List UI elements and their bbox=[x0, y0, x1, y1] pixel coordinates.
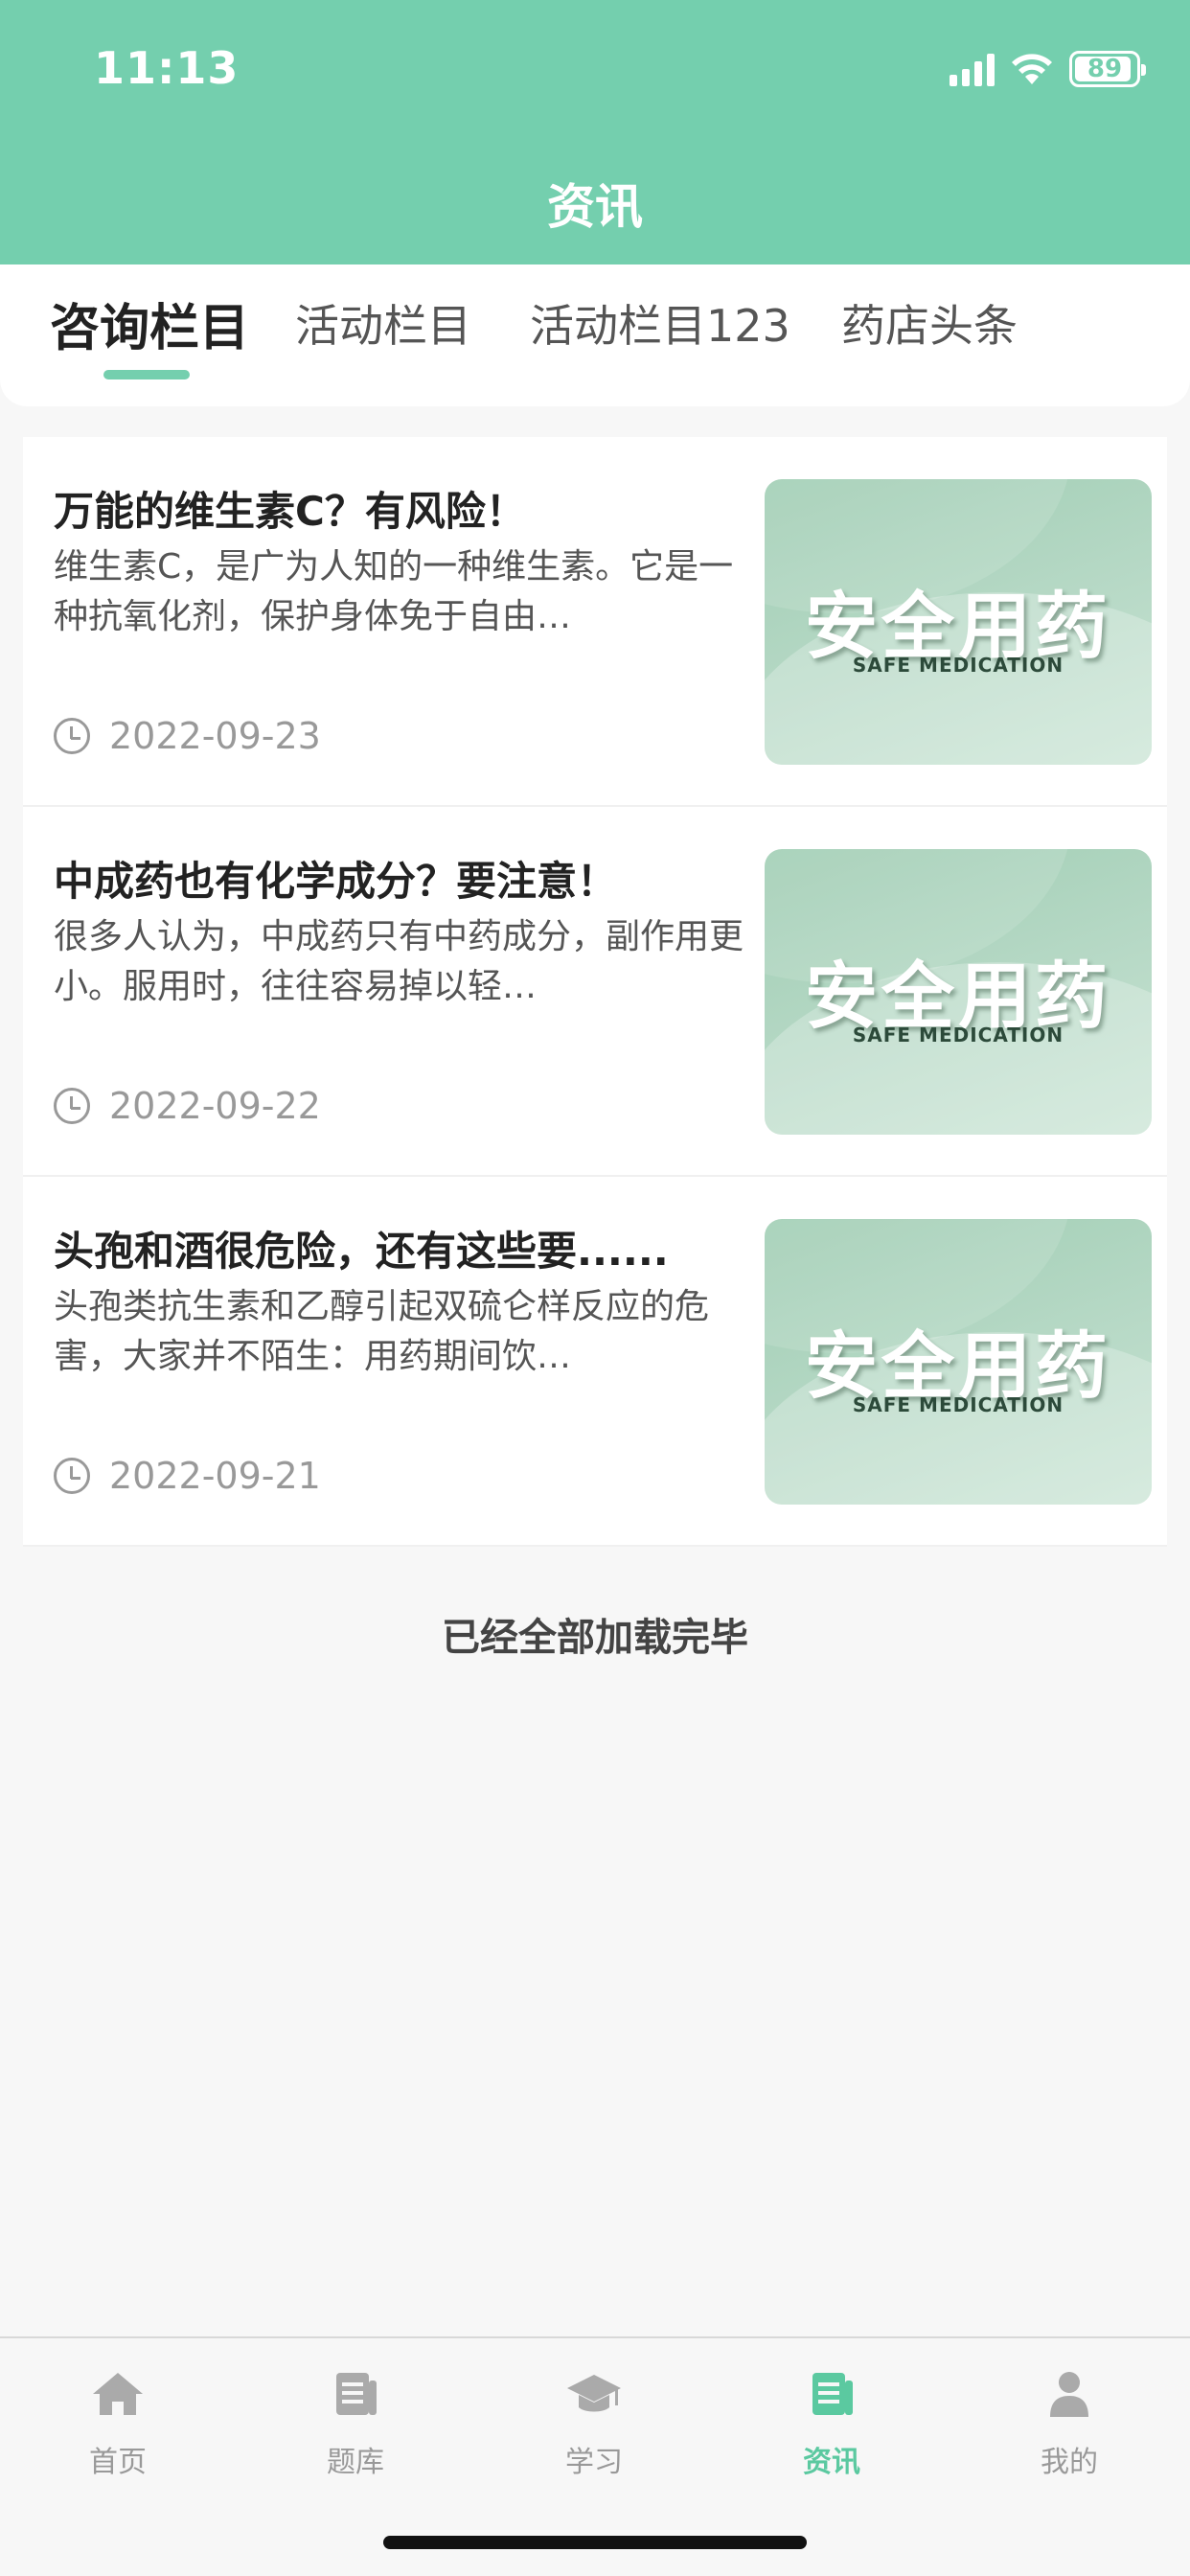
tab-activity-column-123[interactable]: 活动栏目123 bbox=[530, 291, 790, 355]
nav-mine[interactable]: 我的 bbox=[973, 2367, 1165, 2480]
home-indicator bbox=[383, 2536, 807, 2549]
tab-activity-column[interactable]: 活动栏目 bbox=[295, 291, 471, 355]
list-end-text: 已经全部加载完毕 bbox=[442, 1616, 748, 1660]
article-thumbnail: 安全用药 SAFE MEDICATION bbox=[765, 479, 1152, 765]
article-card[interactable]: 中成药也有化学成分？要注意！ 很多人认为，中成药只有中药成分，副作用更小。服用时… bbox=[23, 807, 1167, 1177]
nav-label: 学习 bbox=[565, 2446, 623, 2479]
signal-icon bbox=[950, 52, 995, 86]
wifi-icon bbox=[1010, 52, 1054, 86]
article-thumbnail: 安全用药 SAFE MEDICATION bbox=[765, 849, 1152, 1135]
nav-home[interactable]: 首页 bbox=[22, 2367, 214, 2480]
nav-question-bank[interactable]: 题库 bbox=[260, 2367, 451, 2480]
clock-icon bbox=[54, 718, 90, 754]
article-title: 中成药也有化学成分？要注意！ bbox=[54, 858, 618, 905]
news-icon bbox=[812, 2373, 853, 2415]
nav-label: 首页 bbox=[89, 2446, 147, 2479]
thumbnail-subtitle: SAFE MEDICATION bbox=[852, 1024, 1064, 1046]
battery-level: 89 bbox=[1087, 55, 1123, 83]
status-time: 11:13 bbox=[94, 42, 240, 94]
article-date: 2022-09-23 bbox=[109, 715, 321, 757]
article-date-row: 2022-09-23 bbox=[54, 715, 321, 757]
header: 11:13 89 资讯 bbox=[0, 0, 1190, 264]
article-date-row: 2022-09-22 bbox=[54, 1085, 321, 1127]
battery-icon: 89 bbox=[1069, 51, 1146, 87]
article-card[interactable]: 万能的维生素C？有风险！ 维生素C，是广为人知的一种维生素。它是一种抗氧化剂，保… bbox=[23, 437, 1167, 807]
page-title: 资讯 bbox=[547, 179, 643, 235]
graduation-cap-icon bbox=[567, 2375, 621, 2412]
article-date: 2022-09-21 bbox=[109, 1455, 321, 1497]
category-tabs: 咨询栏目 活动栏目 活动栏目123 药店头条 bbox=[0, 264, 1190, 406]
status-icons: 89 bbox=[950, 46, 1146, 92]
article-date-row: 2022-09-21 bbox=[54, 1455, 321, 1497]
nav-study[interactable]: 学习 bbox=[498, 2367, 690, 2480]
thumbnail-subtitle: SAFE MEDICATION bbox=[852, 654, 1064, 677]
question-bank-icon bbox=[336, 2373, 377, 2415]
nav-label: 题库 bbox=[327, 2446, 384, 2479]
home-icon bbox=[93, 2373, 143, 2415]
article-title: 头孢和酒很危险，还有这些要...... bbox=[54, 1228, 669, 1275]
article-card[interactable]: 头孢和酒很危险，还有这些要...... 头孢类抗生素和乙醇引起双硫仑样反应的危害… bbox=[23, 1177, 1167, 1547]
article-summary: 维生素C，是广为人知的一种维生素。它是一种抗氧化剂，保护身体免于自由… bbox=[54, 547, 734, 636]
tab-consult-column[interactable]: 咨询栏目 bbox=[50, 288, 249, 359]
nav-label: 资讯 bbox=[803, 2446, 860, 2479]
user-icon bbox=[1050, 2372, 1088, 2417]
article-thumbnail: 安全用药 SAFE MEDICATION bbox=[765, 1219, 1152, 1505]
active-tab-indicator bbox=[103, 370, 190, 380]
article-date: 2022-09-22 bbox=[109, 1085, 321, 1127]
tab-pharmacy-headlines[interactable]: 药店头条 bbox=[841, 291, 1018, 355]
clock-icon bbox=[54, 1458, 90, 1494]
clock-icon bbox=[54, 1088, 90, 1124]
thumbnail-subtitle: SAFE MEDICATION bbox=[852, 1393, 1064, 1416]
article-list: 万能的维生素C？有风险！ 维生素C，是广为人知的一种维生素。它是一种抗氧化剂，保… bbox=[23, 437, 1167, 1547]
article-title: 万能的维生素C？有风险！ bbox=[54, 488, 526, 535]
article-summary: 头孢类抗生素和乙醇引起双硫仑样反应的危害，大家并不陌生：用药期间饮… bbox=[54, 1287, 710, 1376]
article-summary: 很多人认为，中成药只有中药成分，副作用更小。服用时，往往容易掉以轻… bbox=[54, 917, 744, 1006]
nav-label: 我的 bbox=[1041, 2446, 1098, 2479]
nav-news[interactable]: 资讯 bbox=[736, 2367, 927, 2480]
